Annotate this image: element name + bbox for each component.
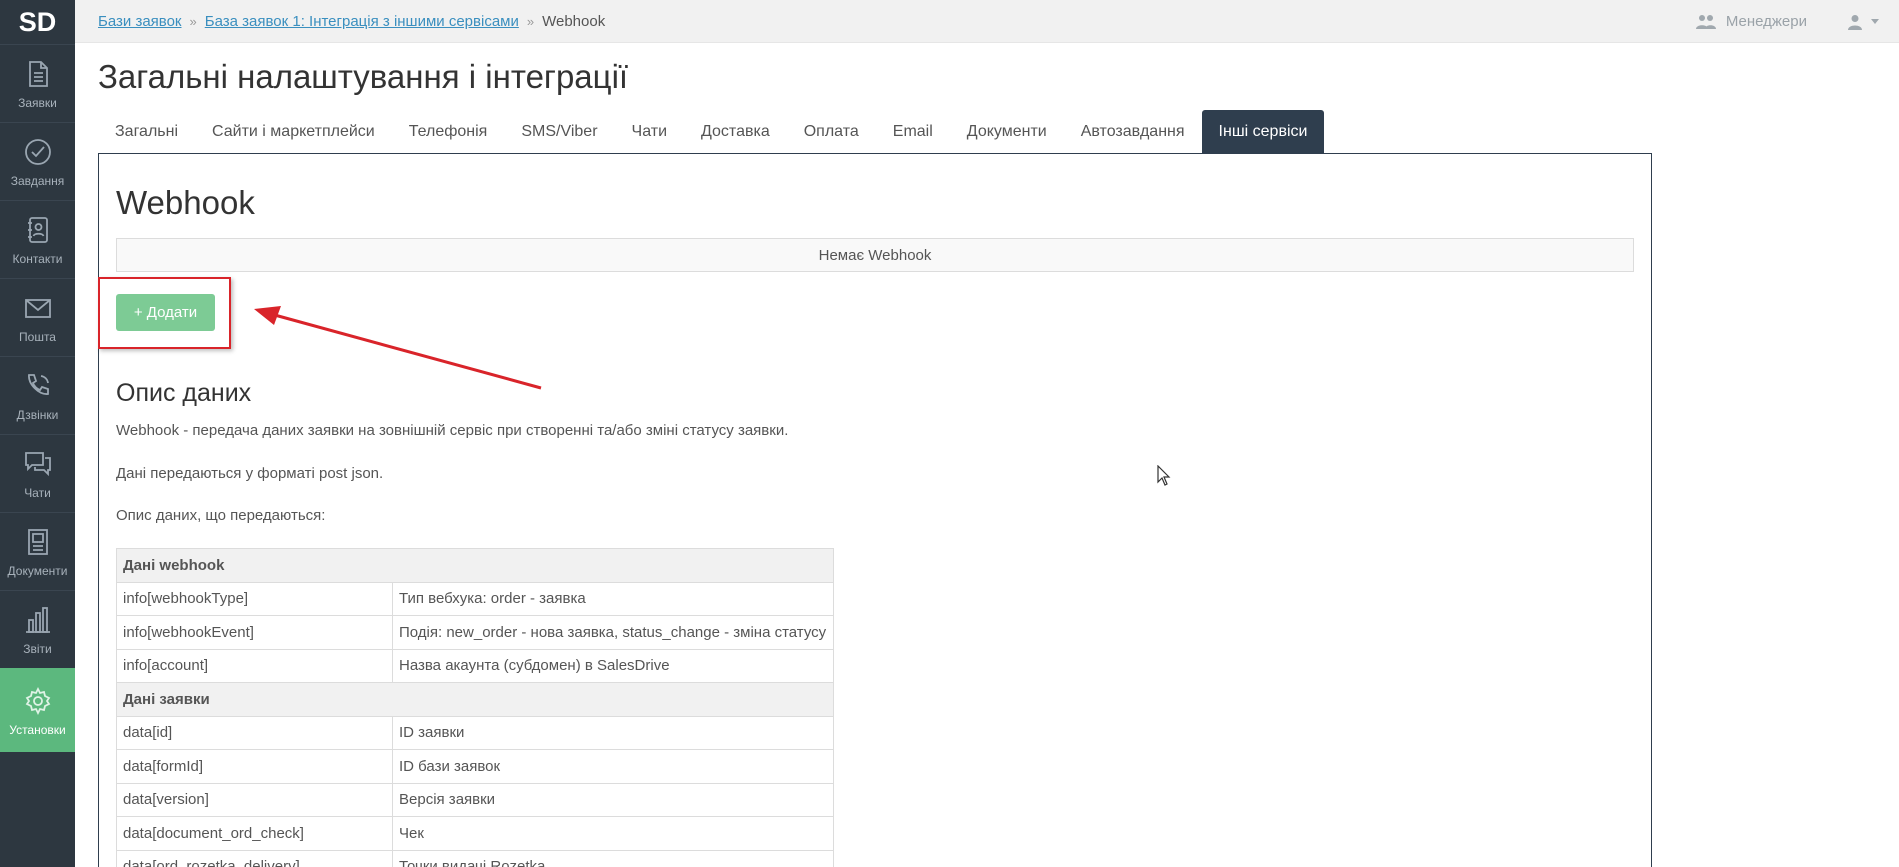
tab-telephony[interactable]: Телефонія [392, 110, 505, 153]
table-row: data[version] Версія заявки [116, 782, 834, 817]
annotation-arrow [254, 306, 542, 390]
tab-email[interactable]: Email [876, 110, 950, 153]
table-row: data[ord_rozetka_delivery] Точки видачі R… [116, 849, 834, 867]
tab-other-services[interactable]: Інші сервіси [1201, 110, 1325, 153]
field-description: Точки видачі Rozetka [392, 849, 834, 867]
data-description-title: Опис даних [116, 379, 252, 407]
table-group-header: Дані заявки [116, 682, 834, 717]
breadcrumb-link-order-base[interactable]: База заявок 1: Інтеграція з іншими серві… [205, 13, 519, 30]
tab-delivery[interactable]: Доставка [684, 110, 787, 153]
contacts-book-icon [22, 214, 54, 246]
sidebar-item-chats[interactable]: Чати [0, 434, 75, 512]
table-group-header: Дані webhook [116, 548, 834, 583]
description-paragraph: Webhook - передача даних заявки на зовні… [116, 422, 789, 439]
sidebar-item-label: Звіти [23, 641, 52, 656]
sidebar-item-contacts[interactable]: Контакти [0, 200, 75, 278]
breadcrumb: Бази заявок » База заявок 1: Інтеграція … [98, 13, 605, 30]
group-title: Дані заявки [116, 682, 834, 717]
breadcrumb-link-order-bases[interactable]: Бази заявок [98, 13, 182, 30]
table-row: info[webhookType] Тип вебхука: order - за… [116, 581, 834, 616]
sidebar-item-settings[interactable]: Установки [0, 668, 75, 752]
field-description: Чек [392, 816, 834, 851]
chevron-down-icon [1871, 19, 1879, 24]
users-icon [1695, 14, 1716, 29]
settings-tabs: Загальні Сайти і маркетплейси Телефонія … [98, 110, 1325, 153]
chat-bubbles-icon [22, 448, 54, 480]
envelope-icon [22, 292, 54, 324]
field-name: data[document_ord_check] [116, 816, 393, 851]
tab-documents[interactable]: Документи [950, 110, 1064, 153]
sidebar-item-label: Контакти [12, 251, 63, 266]
add-webhook-button[interactable]: + Додати [116, 294, 215, 331]
field-description: Тип вебхука: order - заявка [392, 581, 834, 616]
field-name: data[ord_rozetka_delivery] [116, 849, 393, 867]
gear-icon [22, 685, 54, 717]
description-paragraph: Дані передаються у форматі post json. [116, 465, 384, 482]
document-icon [22, 58, 54, 90]
sidebar-item-mail[interactable]: Пошта [0, 278, 75, 356]
breadcrumb-separator: » [189, 13, 197, 29]
table-row: info[webhookEvent] Подія: new_order - нов… [116, 615, 834, 650]
check-circle-icon [22, 136, 54, 168]
sidebar-item-documents[interactable]: Документи [0, 512, 75, 590]
tab-panel: Webhook Немає Webhook + Додати Опис дани… [98, 153, 1652, 867]
webhook-title: Webhook [116, 184, 255, 221]
bar-chart-icon [22, 604, 54, 636]
table-row: data[document_ord_check] Чек [116, 816, 834, 851]
field-description: Назва акаунта (субдомен) в SalesDrive [392, 648, 834, 683]
tab-sites-marketplaces[interactable]: Сайти і маркетплейси [195, 110, 392, 153]
phone-icon [22, 370, 54, 402]
field-name: info[webhookType] [116, 581, 393, 616]
field-description: ID бази заявок [392, 749, 834, 784]
tab-chats[interactable]: Чати [615, 110, 684, 153]
description-paragraph: Опис даних, що передаються: [116, 507, 326, 524]
user-icon [1848, 14, 1862, 30]
mouse-cursor-icon [1157, 465, 1171, 486]
group-title: Дані webhook [116, 548, 834, 583]
page-title: Загальні налаштування і інтеграції [98, 58, 629, 95]
user-menu[interactable] [1847, 14, 1879, 30]
sidebar-item-label: Завдання [10, 173, 65, 188]
tab-payment[interactable]: Оплата [787, 110, 876, 153]
top-bar: Бази заявок » База заявок 1: Інтеграція … [75, 0, 1899, 43]
sidebar-item-orders[interactable]: Заявки [0, 44, 75, 122]
sidebar-item-tasks[interactable]: Завдання [0, 122, 75, 200]
top-right-controls: Менеджери [1695, 0, 1899, 43]
table-row: data[formId] ID бази заявок [116, 749, 834, 784]
tab-sms-viber[interactable]: SMS/Viber [504, 110, 614, 153]
field-description: Подія: new_order - нова заявка, status_c… [392, 615, 834, 650]
sidebar-item-calls[interactable]: Дзвінки [0, 356, 75, 434]
breadcrumb-current: Webhook [542, 12, 606, 30]
field-name: info[account] [116, 648, 393, 683]
tab-autotasks[interactable]: Автозавдання [1064, 110, 1202, 153]
table-row: data[id] ID заявки [116, 715, 834, 750]
sidebar-item-label: Пошта [19, 329, 56, 344]
field-name: data[version] [116, 782, 393, 817]
app-logo[interactable]: SD [0, 0, 75, 44]
sidebar-item-reports[interactable]: Звіти [0, 590, 75, 668]
sidebar-item-label: Документи [7, 563, 68, 578]
sidebar-item-label: Дзвінки [16, 407, 59, 422]
field-description: Версія заявки [392, 782, 834, 817]
field-name: data[id] [116, 715, 393, 750]
tab-general[interactable]: Загальні [98, 110, 195, 153]
webhook-data-table: Дані webhook info[webhookType] Тип вебхук… [116, 548, 834, 867]
table-row: info[account] Назва акаунта (субдомен) в … [116, 648, 834, 683]
sidebar: SD Заявки Завдання Контакти Пошта Дзвінк… [0, 0, 75, 867]
sidebar-item-label: Установки [9, 722, 66, 737]
managers-link[interactable]: Менеджери [1695, 13, 1807, 30]
webhook-empty-state: Немає Webhook [116, 238, 1634, 272]
field-name: info[webhookEvent] [116, 615, 393, 650]
documents-icon [22, 526, 54, 558]
field-name: data[formId] [116, 749, 393, 784]
breadcrumb-separator: » [526, 13, 535, 29]
field-description: ID заявки [392, 715, 834, 750]
sidebar-item-label: Заявки [18, 95, 57, 110]
managers-label: Менеджери [1725, 13, 1807, 30]
sidebar-item-label: Чати [24, 485, 51, 500]
